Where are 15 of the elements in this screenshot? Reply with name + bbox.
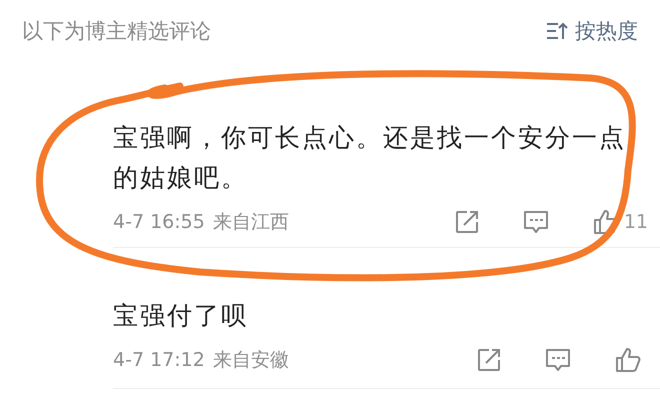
comment-time: 4-7 16:55: [113, 211, 205, 233]
section-title: 以下为博主精选评论: [22, 18, 211, 45]
comment-location: 来自江西: [212, 210, 289, 235]
sort-button[interactable]: 按热度: [545, 17, 638, 45]
thumbs-up-icon[interactable]: [614, 346, 642, 374]
sort-icon: [545, 21, 569, 41]
comment-time: 4-7 17:12: [113, 349, 205, 371]
comment-icon[interactable]: [544, 347, 572, 373]
share-icon[interactable]: [454, 209, 480, 235]
share-icon[interactable]: [476, 347, 502, 373]
like-count: 11: [624, 211, 648, 233]
comment-location: 来自安徽: [212, 348, 289, 373]
comment-icon[interactable]: [522, 209, 550, 235]
comment-text: 宝强付了呗: [113, 300, 249, 332]
comment-text: 宝强啊，你可长点心。还是找一个安分一点的姑娘吧。: [113, 122, 627, 194]
